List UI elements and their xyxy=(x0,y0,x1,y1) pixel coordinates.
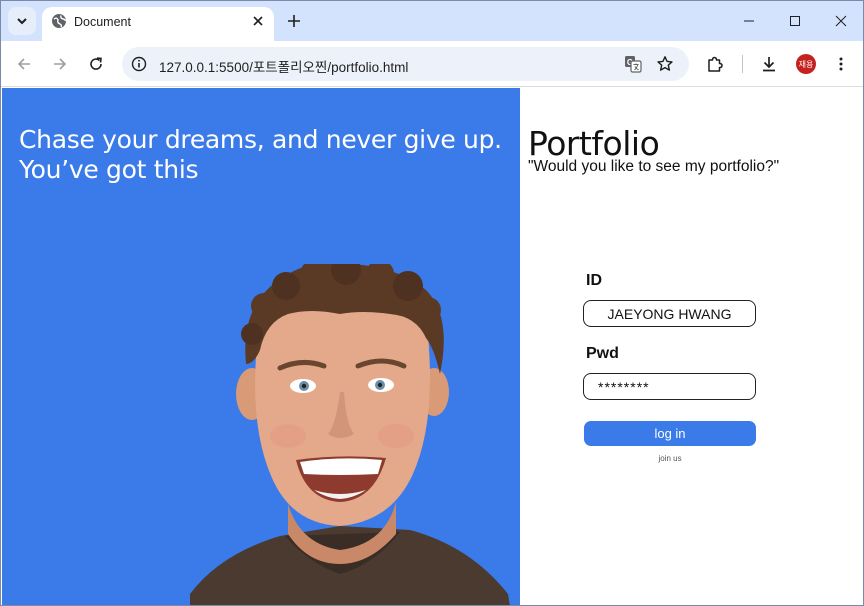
toolbar-divider xyxy=(742,55,743,73)
maximize-button[interactable] xyxy=(785,11,805,31)
tab-title: Document xyxy=(74,15,131,29)
forward-button[interactable] xyxy=(49,53,71,75)
arrow-right-icon xyxy=(54,58,67,70)
globe-icon xyxy=(52,14,67,28)
tab-document[interactable]: Document xyxy=(42,7,274,41)
close-icon[interactable] xyxy=(250,13,266,29)
reload-button[interactable] xyxy=(85,53,107,75)
close-icon xyxy=(835,15,847,27)
hero-panel: Chase your dreams, and never give up. Yo… xyxy=(2,88,520,605)
brand-subtitle: "Would you like to see my portfolio?" xyxy=(528,158,780,175)
url-text[interactable]: 127.0.0.1:5500/포트폴리오찐/portfolio.html xyxy=(159,56,408,76)
maximize-icon xyxy=(790,16,800,26)
browser-menu-button[interactable] xyxy=(830,53,852,75)
hero-quote: Chase your dreams, and never give up. Yo… xyxy=(19,125,502,185)
minimize-icon xyxy=(744,20,754,22)
browser-window: Document 127.0.0.1:5500/포트폴리오찐/portfolio xyxy=(0,0,864,606)
plus-icon xyxy=(288,15,300,27)
join-us-link[interactable]: join us xyxy=(584,454,756,463)
reload-icon xyxy=(90,57,102,70)
tab-strip: Document xyxy=(1,1,863,41)
tab-search-button[interactable] xyxy=(8,7,36,35)
login-button[interactable]: log in xyxy=(584,421,756,446)
download-icon xyxy=(763,57,775,72)
address-bar[interactable]: 127.0.0.1:5500/포트폴리오찐/portfolio.html G xyxy=(122,47,689,81)
arrow-left-icon xyxy=(17,58,30,70)
translate-icon[interactable]: G xyxy=(624,55,642,73)
profile-avatar[interactable]: 재용 xyxy=(796,54,816,74)
chevron-down-icon xyxy=(17,18,27,25)
close-window-button[interactable] xyxy=(831,11,851,31)
id-input[interactable]: JAEYONG HWANG xyxy=(583,300,756,327)
back-button[interactable] xyxy=(13,53,35,75)
portrait-image xyxy=(190,264,510,605)
id-label: ID xyxy=(586,272,602,289)
browser-toolbar: 127.0.0.1:5500/포트폴리오찐/portfolio.html G 재… xyxy=(1,41,863,87)
page-viewport: Chase your dreams, and never give up. Yo… xyxy=(2,88,863,605)
downloads-button[interactable] xyxy=(758,53,780,75)
login-panel: Portfolio "Would you like to see my port… xyxy=(520,88,863,605)
pwd-label: Pwd xyxy=(586,345,619,362)
new-tab-button[interactable] xyxy=(283,10,305,32)
hero-quote-line-1: Chase your dreams, and never give up. xyxy=(19,125,502,154)
password-input[interactable]: ******** xyxy=(583,373,756,400)
star-icon[interactable] xyxy=(656,55,674,73)
hero-quote-line-2: You’ve got this xyxy=(19,155,199,184)
puzzle-icon xyxy=(708,56,723,72)
info-icon[interactable] xyxy=(131,56,147,72)
extensions-button[interactable] xyxy=(704,53,726,75)
minimize-button[interactable] xyxy=(739,11,759,31)
kebab-menu-icon xyxy=(839,57,843,71)
